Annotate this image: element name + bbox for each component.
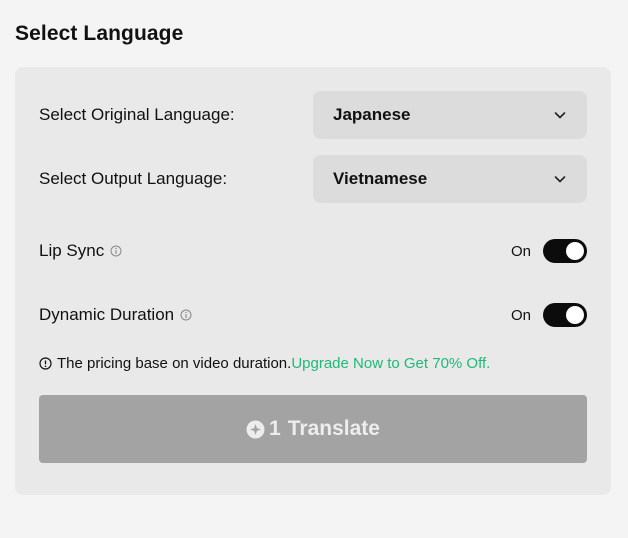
chevron-down-icon [553, 172, 567, 186]
output-language-label: Select Output Language: [39, 169, 228, 188]
credit-coin-icon [246, 420, 265, 439]
lip-sync-row: Lip Sync On [39, 237, 587, 265]
output-language-value: Vietnamese [333, 169, 428, 188]
toggle-knob [566, 242, 584, 260]
lip-sync-state: On [510, 242, 531, 260]
dynamic-duration-toggle-group: On [511, 303, 587, 327]
dynamic-duration-label-text: Dynamic Duration [39, 305, 175, 324]
page: Select Language Select Original Language… [0, 0, 628, 538]
translate-credit-count: 1 [269, 417, 281, 440]
pricing-note-text: The pricing base on video duration. [57, 355, 292, 372]
original-language-value: Japanese [333, 105, 411, 124]
original-language-select[interactable]: Japanese [313, 91, 587, 139]
language-settings-card: Select Original Language: Japanese Selec… [15, 67, 611, 495]
info-icon[interactable] [180, 309, 192, 321]
lip-sync-label: Lip Sync [39, 241, 122, 261]
lip-sync-toggle[interactable] [543, 239, 587, 263]
dynamic-duration-row: Dynamic Duration On [39, 301, 587, 329]
dynamic-duration-label: Dynamic Duration [39, 305, 192, 325]
chevron-down-icon [553, 108, 567, 122]
toggle-knob [566, 306, 584, 324]
info-icon[interactable] [110, 245, 122, 257]
translate-button[interactable]: 1 Translate [39, 395, 587, 463]
output-language-select[interactable]: Vietnamese [313, 155, 587, 203]
lip-sync-toggle-group: On [511, 239, 587, 263]
dynamic-duration-state: On [510, 306, 531, 324]
section-title: Select Language [15, 22, 184, 45]
upgrade-link[interactable]: Upgrade Now to Get 70% Off. [291, 355, 490, 372]
pricing-note: The pricing base on video duration. Upgr… [39, 355, 490, 372]
dynamic-duration-toggle[interactable] [543, 303, 587, 327]
exclamation-circle-icon [39, 357, 52, 370]
original-language-label: Select Original Language: [39, 105, 235, 124]
translate-button-label: Translate [287, 417, 380, 440]
lip-sync-label-text: Lip Sync [39, 241, 105, 260]
